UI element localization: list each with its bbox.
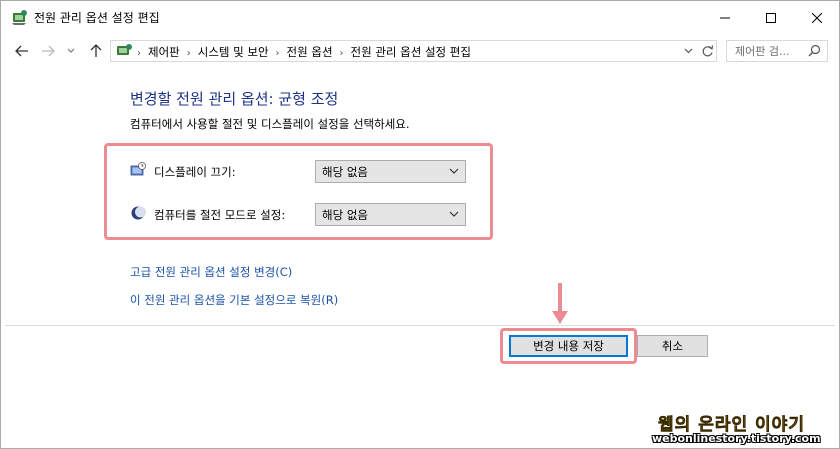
display-off-value: 해당 없음 bbox=[322, 165, 368, 179]
minimize-icon bbox=[720, 17, 730, 19]
breadcrumb: › 제어판 › 시스템 및 보안 › 전원 옵션 › 전원 관리 옵션 설정 편집 bbox=[137, 45, 471, 59]
forward-button[interactable] bbox=[38, 42, 58, 60]
watermark-url: webonlinestory.tistory.com bbox=[652, 432, 821, 445]
close-icon bbox=[812, 13, 822, 23]
back-arrow-icon bbox=[15, 45, 28, 57]
chevron-down-icon bbox=[449, 211, 459, 217]
watermark: 웹의 온라인 이야기 webonlinestory.tistory.com bbox=[640, 410, 832, 446]
breadcrumb-power-options[interactable]: 전원 옵션 bbox=[287, 45, 333, 59]
search-icon[interactable] bbox=[808, 44, 822, 58]
refresh-button[interactable] bbox=[699, 43, 715, 59]
cancel-button[interactable]: 취소 bbox=[637, 335, 708, 357]
page-description: 컴퓨터에서 사용할 절전 및 디스플레이 설정을 선택하세요. bbox=[130, 117, 410, 131]
address-history-button[interactable] bbox=[681, 44, 695, 58]
divider bbox=[5, 325, 835, 326]
navigation-bar: › 제어판 › 시스템 및 보안 › 전원 옵션 › 전원 관리 옵션 설정 편집 bbox=[0, 36, 840, 66]
maximize-button[interactable] bbox=[748, 0, 794, 36]
pointer-arrow-icon bbox=[552, 283, 568, 324]
display-off-label: 디스플레이 끄기: bbox=[154, 165, 236, 179]
breadcrumb-control-panel[interactable]: 제어판 bbox=[148, 45, 180, 59]
window-title: 전원 관리 옵션 설정 편집 bbox=[34, 11, 160, 25]
power-options-icon bbox=[10, 9, 28, 27]
monitor-clock-icon bbox=[130, 162, 146, 178]
control-panel-icon bbox=[115, 43, 133, 59]
up-button[interactable] bbox=[86, 42, 106, 60]
recent-locations-button[interactable] bbox=[64, 42, 78, 60]
refresh-icon bbox=[702, 44, 713, 56]
address-bar[interactable]: › 제어판 › 시스템 및 보안 › 전원 옵션 › 전원 관리 옵션 설정 편집 bbox=[110, 40, 717, 62]
page-title: 변경할 전원 관리 옵션: 균형 조정 bbox=[130, 90, 339, 108]
maximize-icon bbox=[766, 13, 776, 23]
minimize-button[interactable] bbox=[702, 0, 748, 36]
chevron-down-icon bbox=[449, 168, 459, 174]
sleep-mode-select[interactable]: 해당 없음 bbox=[315, 203, 466, 226]
close-button[interactable] bbox=[794, 0, 840, 36]
save-changes-button[interactable]: 변경 내용 저장 bbox=[509, 335, 628, 357]
chevron-down-icon bbox=[684, 48, 692, 54]
chevron-down-icon bbox=[67, 48, 75, 53]
forward-arrow-icon bbox=[42, 45, 55, 57]
advanced-power-settings-link[interactable]: 고급 전원 관리 옵션 설정 변경(C) bbox=[130, 264, 292, 280]
breadcrumb-system-security[interactable]: 시스템 및 보안 bbox=[198, 45, 269, 59]
restore-default-settings-link[interactable]: 이 전원 관리 옵션을 기본 설정으로 복원(R) bbox=[130, 292, 338, 308]
display-off-select[interactable]: 해당 없음 bbox=[315, 160, 466, 183]
sleep-mode-label: 컴퓨터를 절전 모드로 설정: bbox=[154, 208, 286, 222]
up-arrow-icon bbox=[90, 44, 102, 57]
sleep-mode-value: 해당 없음 bbox=[322, 208, 368, 222]
breadcrumb-edit-plan-settings[interactable]: 전원 관리 옵션 설정 편집 bbox=[351, 45, 471, 59]
back-button[interactable] bbox=[12, 42, 32, 60]
title-bar: 전원 관리 옵션 설정 편집 bbox=[0, 0, 840, 36]
moon-icon bbox=[130, 205, 146, 221]
